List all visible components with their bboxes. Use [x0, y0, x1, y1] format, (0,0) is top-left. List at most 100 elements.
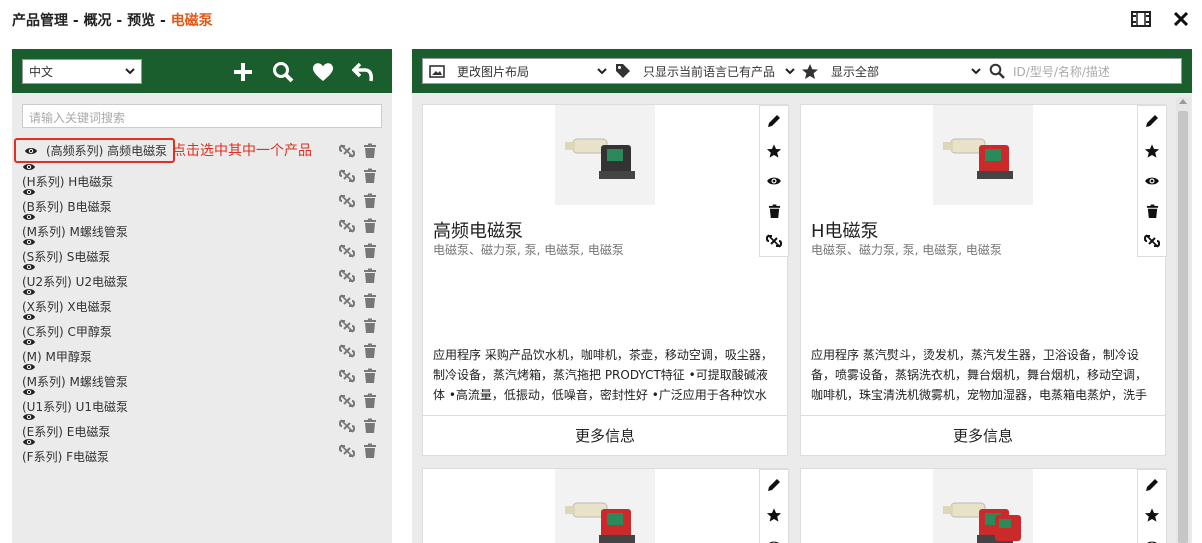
trash-icon[interactable]	[363, 443, 377, 462]
pencil-icon[interactable]	[1138, 106, 1166, 136]
product-image[interactable]	[555, 105, 655, 205]
product-card[interactable]: H电磁泵 电磁泵、磁力泵, 泵, 电磁泵, 电磁泵 应用程序 蒸汽熨斗，烫发机，蒸汽…	[800, 104, 1167, 456]
unlink-icon[interactable]	[339, 318, 355, 337]
eye-icon[interactable]	[24, 145, 40, 157]
eye-icon[interactable]	[22, 261, 38, 273]
unlink-icon[interactable]	[339, 443, 355, 462]
scrollbar[interactable]	[1176, 97, 1190, 543]
more-info-button[interactable]: 更多信息	[423, 415, 787, 455]
unlink-icon[interactable]	[339, 193, 355, 212]
product-list-item[interactable]: (M系列) M螺线管泵	[12, 211, 392, 239]
product-list-item[interactable]: (U1系列) U1电磁泵	[12, 386, 392, 414]
unlink-icon[interactable]	[339, 368, 355, 387]
trash-icon[interactable]	[363, 143, 377, 162]
eye-icon[interactable]	[22, 361, 38, 373]
eye-icon[interactable]	[22, 311, 38, 323]
product-image[interactable]	[933, 105, 1033, 205]
layout-select-value: 更改图片布局	[457, 64, 530, 79]
trash-icon[interactable]	[760, 196, 788, 226]
unlink-icon[interactable]	[339, 268, 355, 287]
trash-icon[interactable]	[363, 218, 377, 237]
keyword-search-input[interactable]: 请输入关键词搜索	[22, 104, 382, 128]
scroll-up-arrow[interactable]	[1179, 99, 1187, 104]
product-list-item[interactable]: (F系列) F电磁泵	[12, 436, 392, 465]
eye-icon[interactable]	[22, 386, 38, 398]
favorite-filter-select[interactable]: 显示全部	[799, 59, 987, 83]
breadcrumb-overview[interactable]: 概况	[84, 13, 112, 29]
undo-icon[interactable]	[350, 59, 376, 85]
eye-icon[interactable]	[22, 411, 38, 423]
heart-icon[interactable]	[310, 59, 336, 85]
product-list-item[interactable]: (S系列) S电磁泵	[12, 236, 392, 264]
trash-icon[interactable]	[363, 393, 377, 412]
trash-icon[interactable]	[363, 418, 377, 437]
search-icon[interactable]	[270, 59, 296, 85]
product-card[interactable]	[800, 468, 1167, 543]
trash-icon[interactable]	[363, 318, 377, 337]
pencil-icon[interactable]	[760, 106, 788, 136]
product-card[interactable]	[422, 468, 789, 543]
eye-icon[interactable]	[22, 236, 38, 248]
unlink-icon[interactable]	[339, 418, 355, 437]
plus-icon[interactable]	[230, 59, 256, 85]
eye-icon[interactable]	[22, 211, 38, 223]
unlink-icon[interactable]	[1138, 226, 1166, 256]
product-list-item[interactable]: (M系列) M螺线管泵	[12, 361, 392, 389]
unlink-icon[interactable]	[760, 226, 788, 256]
product-image[interactable]	[933, 469, 1033, 543]
eye-icon[interactable]	[1138, 166, 1166, 196]
trash-icon[interactable]	[363, 368, 377, 387]
eye-icon[interactable]	[22, 186, 38, 198]
language-filter-select[interactable]: 只显示当前语言已有产品	[611, 59, 799, 83]
trash-icon[interactable]	[363, 243, 377, 262]
trash-icon[interactable]	[1138, 196, 1166, 226]
language-select[interactable]: 中文	[22, 59, 142, 84]
product-list-item-label-wrap[interactable]: (高频系列) 高频电磁泵	[14, 138, 176, 163]
unlink-icon[interactable]	[339, 143, 355, 162]
eye-icon[interactable]	[22, 286, 38, 298]
product-list-item[interactable]: (X系列) X电磁泵	[12, 286, 392, 314]
product-list-item[interactable]: (U2系列) U2电磁泵	[12, 261, 392, 289]
unlink-icon[interactable]	[339, 293, 355, 312]
product-list-item[interactable]: (H系列) H电磁泵	[12, 161, 392, 189]
product-image[interactable]	[555, 469, 655, 543]
star-icon[interactable]	[1138, 136, 1166, 166]
trash-icon[interactable]	[363, 193, 377, 212]
eye-icon[interactable]	[22, 436, 38, 448]
trash-icon[interactable]	[363, 168, 377, 187]
eye-icon[interactable]	[22, 161, 38, 173]
product-list-item[interactable]: (高频系列) 高频电磁泵 点击选中其中一个产品	[12, 138, 392, 163]
scrollbar-thumb[interactable]	[1178, 111, 1188, 543]
trash-icon[interactable]	[363, 268, 377, 287]
product-search-input[interactable]: ID/型号/名称/描述	[987, 59, 1181, 83]
eye-icon[interactable]	[22, 336, 38, 348]
product-actions	[339, 268, 377, 287]
product-list-item[interactable]: (B系列) B电磁泵	[12, 186, 392, 214]
unlink-icon[interactable]	[339, 393, 355, 412]
product-card[interactable]: 高频电磁泵 电磁泵、磁力泵, 泵, 电磁泵, 电磁泵 应用程序 采购产品饮水机，咖啡…	[422, 104, 789, 456]
unlink-icon[interactable]	[339, 168, 355, 187]
product-list-item[interactable]: (M) M甲醇泵	[12, 336, 392, 364]
eye-icon[interactable]	[760, 530, 788, 543]
unlink-icon[interactable]	[339, 343, 355, 362]
film-icon[interactable]	[1130, 9, 1152, 29]
star-icon[interactable]	[760, 500, 788, 530]
breadcrumb-product-management[interactable]: 产品管理	[12, 13, 68, 29]
pencil-icon[interactable]	[760, 470, 788, 500]
trash-icon[interactable]	[363, 343, 377, 362]
pencil-icon[interactable]	[1138, 470, 1166, 500]
more-info-button[interactable]: 更多信息	[801, 415, 1165, 455]
star-icon[interactable]	[1138, 500, 1166, 530]
eye-icon[interactable]	[1138, 530, 1166, 543]
star-icon[interactable]	[760, 136, 788, 166]
product-list-item-label-wrap[interactable]: (F系列) F电磁泵	[22, 436, 109, 465]
layout-select[interactable]: 更改图片布局	[423, 59, 611, 83]
product-list-item[interactable]: (E系列) E电磁泵	[12, 411, 392, 439]
trash-icon[interactable]	[363, 293, 377, 312]
unlink-icon[interactable]	[339, 218, 355, 237]
unlink-icon[interactable]	[339, 243, 355, 262]
product-list-item[interactable]: (C系列) C甲醇泵	[12, 311, 392, 339]
eye-icon[interactable]	[760, 166, 788, 196]
close-icon[interactable]	[1170, 9, 1192, 29]
breadcrumb-preview[interactable]: 预览	[127, 13, 155, 29]
